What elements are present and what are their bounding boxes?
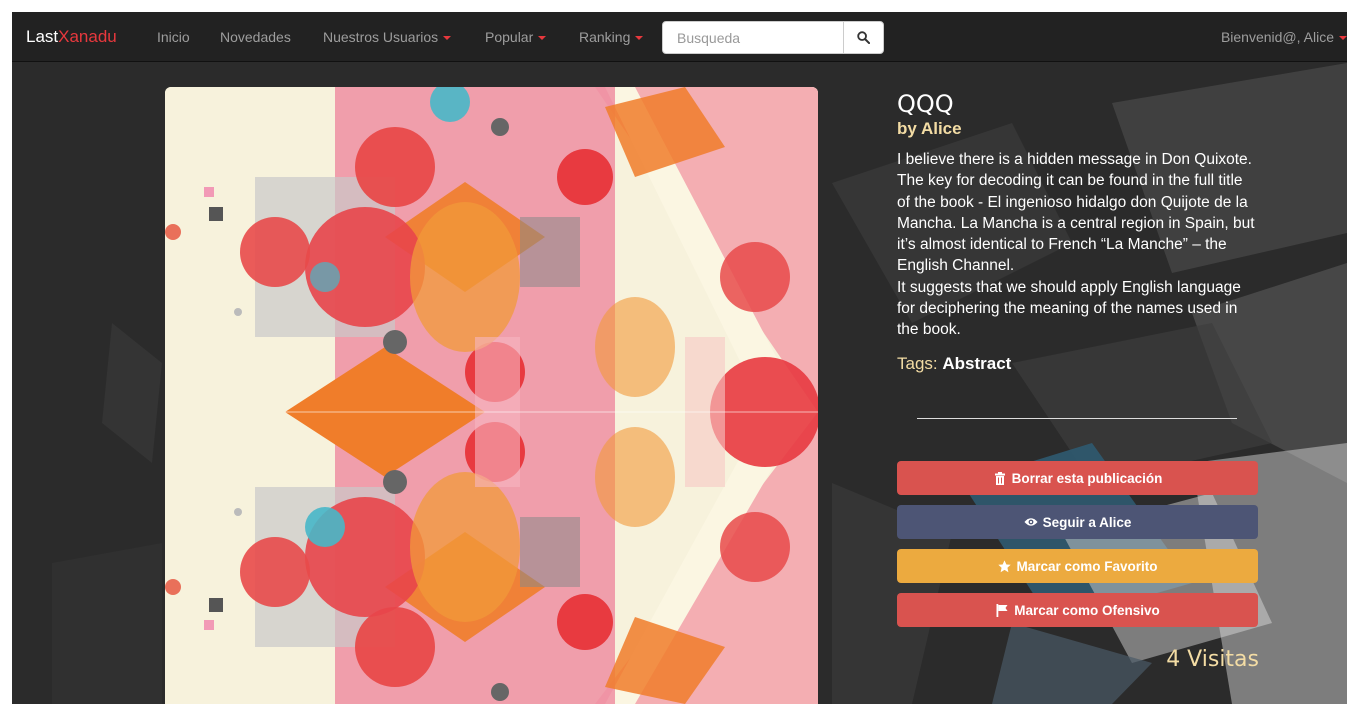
nav-novedades-label: Novedades <box>220 29 291 45</box>
artwork-image <box>165 87 818 704</box>
post-artwork[interactable] <box>165 87 818 704</box>
caret-down-icon <box>443 36 452 41</box>
nav-ranking-label: Ranking <box>579 29 631 45</box>
star-icon <box>997 559 1011 573</box>
nav-usuarios-label: Nuestros Usuarios <box>323 29 439 45</box>
visits-count: 4 Visitas <box>1166 647 1259 672</box>
tags-label: Tags: <box>897 353 938 373</box>
nav-novedades[interactable]: Novedades <box>220 29 291 45</box>
delete-post-button[interactable]: Borrar esta publicación <box>897 461 1258 495</box>
nav-popular-label: Popular <box>485 29 534 45</box>
follow-user-label: Seguir a Alice <box>1042 514 1132 530</box>
search-icon <box>857 31 870 44</box>
favorite-label: Marcar como Favorito <box>1016 558 1158 574</box>
divider <box>917 418 1237 419</box>
caret-down-icon <box>538 36 547 41</box>
author-prefix: by <box>897 119 917 138</box>
post-description: I believe there is a hidden message in D… <box>897 149 1259 341</box>
tag-link[interactable]: Abstract <box>942 354 1011 373</box>
brand-first: Last <box>26 27 59 46</box>
post-paragraph-1: I believe there is a hidden message in D… <box>897 151 1255 275</box>
post-info-panel: QQQ by Alice I believe there is a hidden… <box>897 90 1259 672</box>
flag-offensive-label: Marcar como Ofensivo <box>1014 602 1160 618</box>
post-paragraph-2: It suggests that we should apply English… <box>897 278 1241 339</box>
delete-post-label: Borrar esta publicación <box>1011 470 1163 486</box>
caret-down-icon <box>635 36 644 41</box>
author-name: Alice <box>920 119 962 138</box>
navbar: LastXanadu Inicio Novedades Nuestros Usu… <box>12 12 1347 62</box>
nav-usuarios-dropdown[interactable]: Nuestros Usuarios <box>323 29 452 45</box>
eye-icon <box>1024 515 1038 529</box>
brand-second: Xanadu <box>58 27 117 46</box>
follow-user-button[interactable]: Seguir a Alice <box>897 505 1258 539</box>
trash-icon <box>993 471 1007 485</box>
search-input[interactable] <box>662 21 844 54</box>
favorite-button[interactable]: Marcar como Favorito <box>897 549 1258 583</box>
flag-offensive-button[interactable]: Marcar como Ofensivo <box>897 593 1258 627</box>
post-tags: Tags: Abstract <box>897 354 1259 374</box>
user-greeting: Bienvenid@, Alice <box>1220 29 1334 45</box>
nav-inicio[interactable]: Inicio <box>157 29 190 45</box>
post-author-line[interactable]: by Alice <box>897 119 1259 139</box>
page: LastXanadu Inicio Novedades Nuestros Usu… <box>12 12 1347 704</box>
nav-ranking-dropdown[interactable]: Ranking <box>579 29 644 45</box>
user-menu-dropdown[interactable]: Bienvenid@, Alice <box>1221 29 1347 45</box>
caret-down-icon <box>1339 36 1347 41</box>
brand-logo[interactable]: LastXanadu <box>26 27 117 47</box>
flag-icon <box>995 603 1009 617</box>
nav-popular-dropdown[interactable]: Popular <box>485 29 547 45</box>
nav-inicio-label: Inicio <box>157 29 190 45</box>
post-title: QQQ <box>897 90 954 118</box>
search-button[interactable] <box>843 21 884 54</box>
